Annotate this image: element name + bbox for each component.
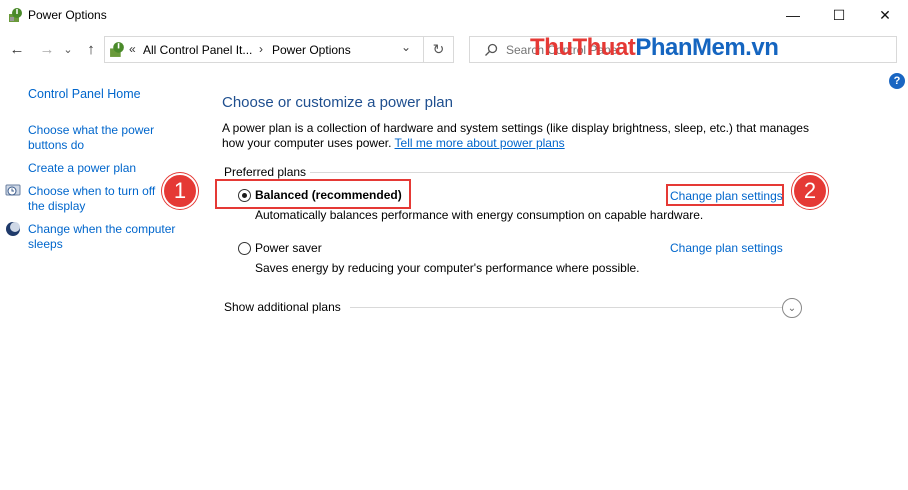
radio-selected-dot [242,193,247,198]
plan-name-balanced[interactable]: Balanced (recommended) [255,188,402,202]
breadcrumb-separator[interactable]: › [259,42,263,56]
refresh-button[interactable]: ↻ [424,36,454,63]
callout-badge-1: 1 [162,173,198,209]
watermark-part-2: PhanMem [635,34,746,61]
learn-more-link[interactable]: Tell me more about power plans [395,136,565,150]
recent-locations-button[interactable]: ⌄ [60,38,76,60]
change-plan-settings-power-saver-link[interactable]: Change plan settings [670,241,783,255]
sidebar-item-computer-sleeps[interactable]: Change when the computer sleeps [28,222,188,252]
address-bar[interactable]: « All Control Panel It... › Power Option… [104,36,424,63]
minimize-button[interactable]: — [770,0,816,30]
back-button[interactable]: ← [6,38,28,60]
expand-additional-plans-button[interactable]: ⌄ [782,298,802,318]
radio-balanced[interactable] [238,189,251,202]
control-panel-icon [110,42,124,57]
control-panel-home-link[interactable]: Control Panel Home [28,87,141,102]
maximize-button[interactable]: ☐ [816,0,862,30]
preferred-plans-label: Preferred plans [224,165,307,179]
breadcrumb-all-control-panel[interactable]: All Control Panel It... [143,43,252,57]
page-title: Choose or customize a power plan [222,94,453,111]
sidebar-item-create-plan[interactable]: Create a power plan [28,161,178,176]
close-button[interactable]: ✕ [862,0,908,30]
watermark-part-1: ThuThuat [530,34,636,61]
watermark-logo: ThuThuatPhanMem.vn [530,34,779,62]
sidebar-item-power-buttons[interactable]: Choose what the power buttons do [28,123,178,153]
change-plan-settings-balanced-link[interactable]: Change plan settings [670,189,783,203]
search-icon [485,43,498,56]
show-additional-plans-label[interactable]: Show additional plans [224,300,341,314]
up-button[interactable]: ↑ [80,38,102,60]
preferred-plans-divider [310,172,800,173]
breadcrumb-power-options[interactable]: Power Options [272,43,351,57]
radio-power-saver[interactable] [238,242,251,255]
window-title: Power Options [28,8,107,22]
help-icon[interactable]: ? [889,73,905,89]
sleep-moon-icon [6,222,20,236]
plan-description-power-saver: Saves energy by reducing your computer's… [255,261,640,275]
breadcrumb-chevrons[interactable]: « [129,42,136,56]
plan-name-power-saver[interactable]: Power saver [255,241,322,255]
callout-badge-2: 2 [792,173,828,209]
watermark-part-3: .vn [745,34,779,61]
address-dropdown-button[interactable]: ⌄ [401,40,411,54]
forward-button[interactable]: → [36,38,58,60]
page-description: A power plan is a collection of hardware… [222,121,822,151]
power-options-icon [9,8,22,22]
additional-plans-divider [350,307,782,308]
display-clock-icon [5,184,21,196]
sidebar-item-turn-off-display[interactable]: Choose when to turn off the display [28,184,166,214]
plan-description-balanced: Automatically balances performance with … [255,208,704,222]
